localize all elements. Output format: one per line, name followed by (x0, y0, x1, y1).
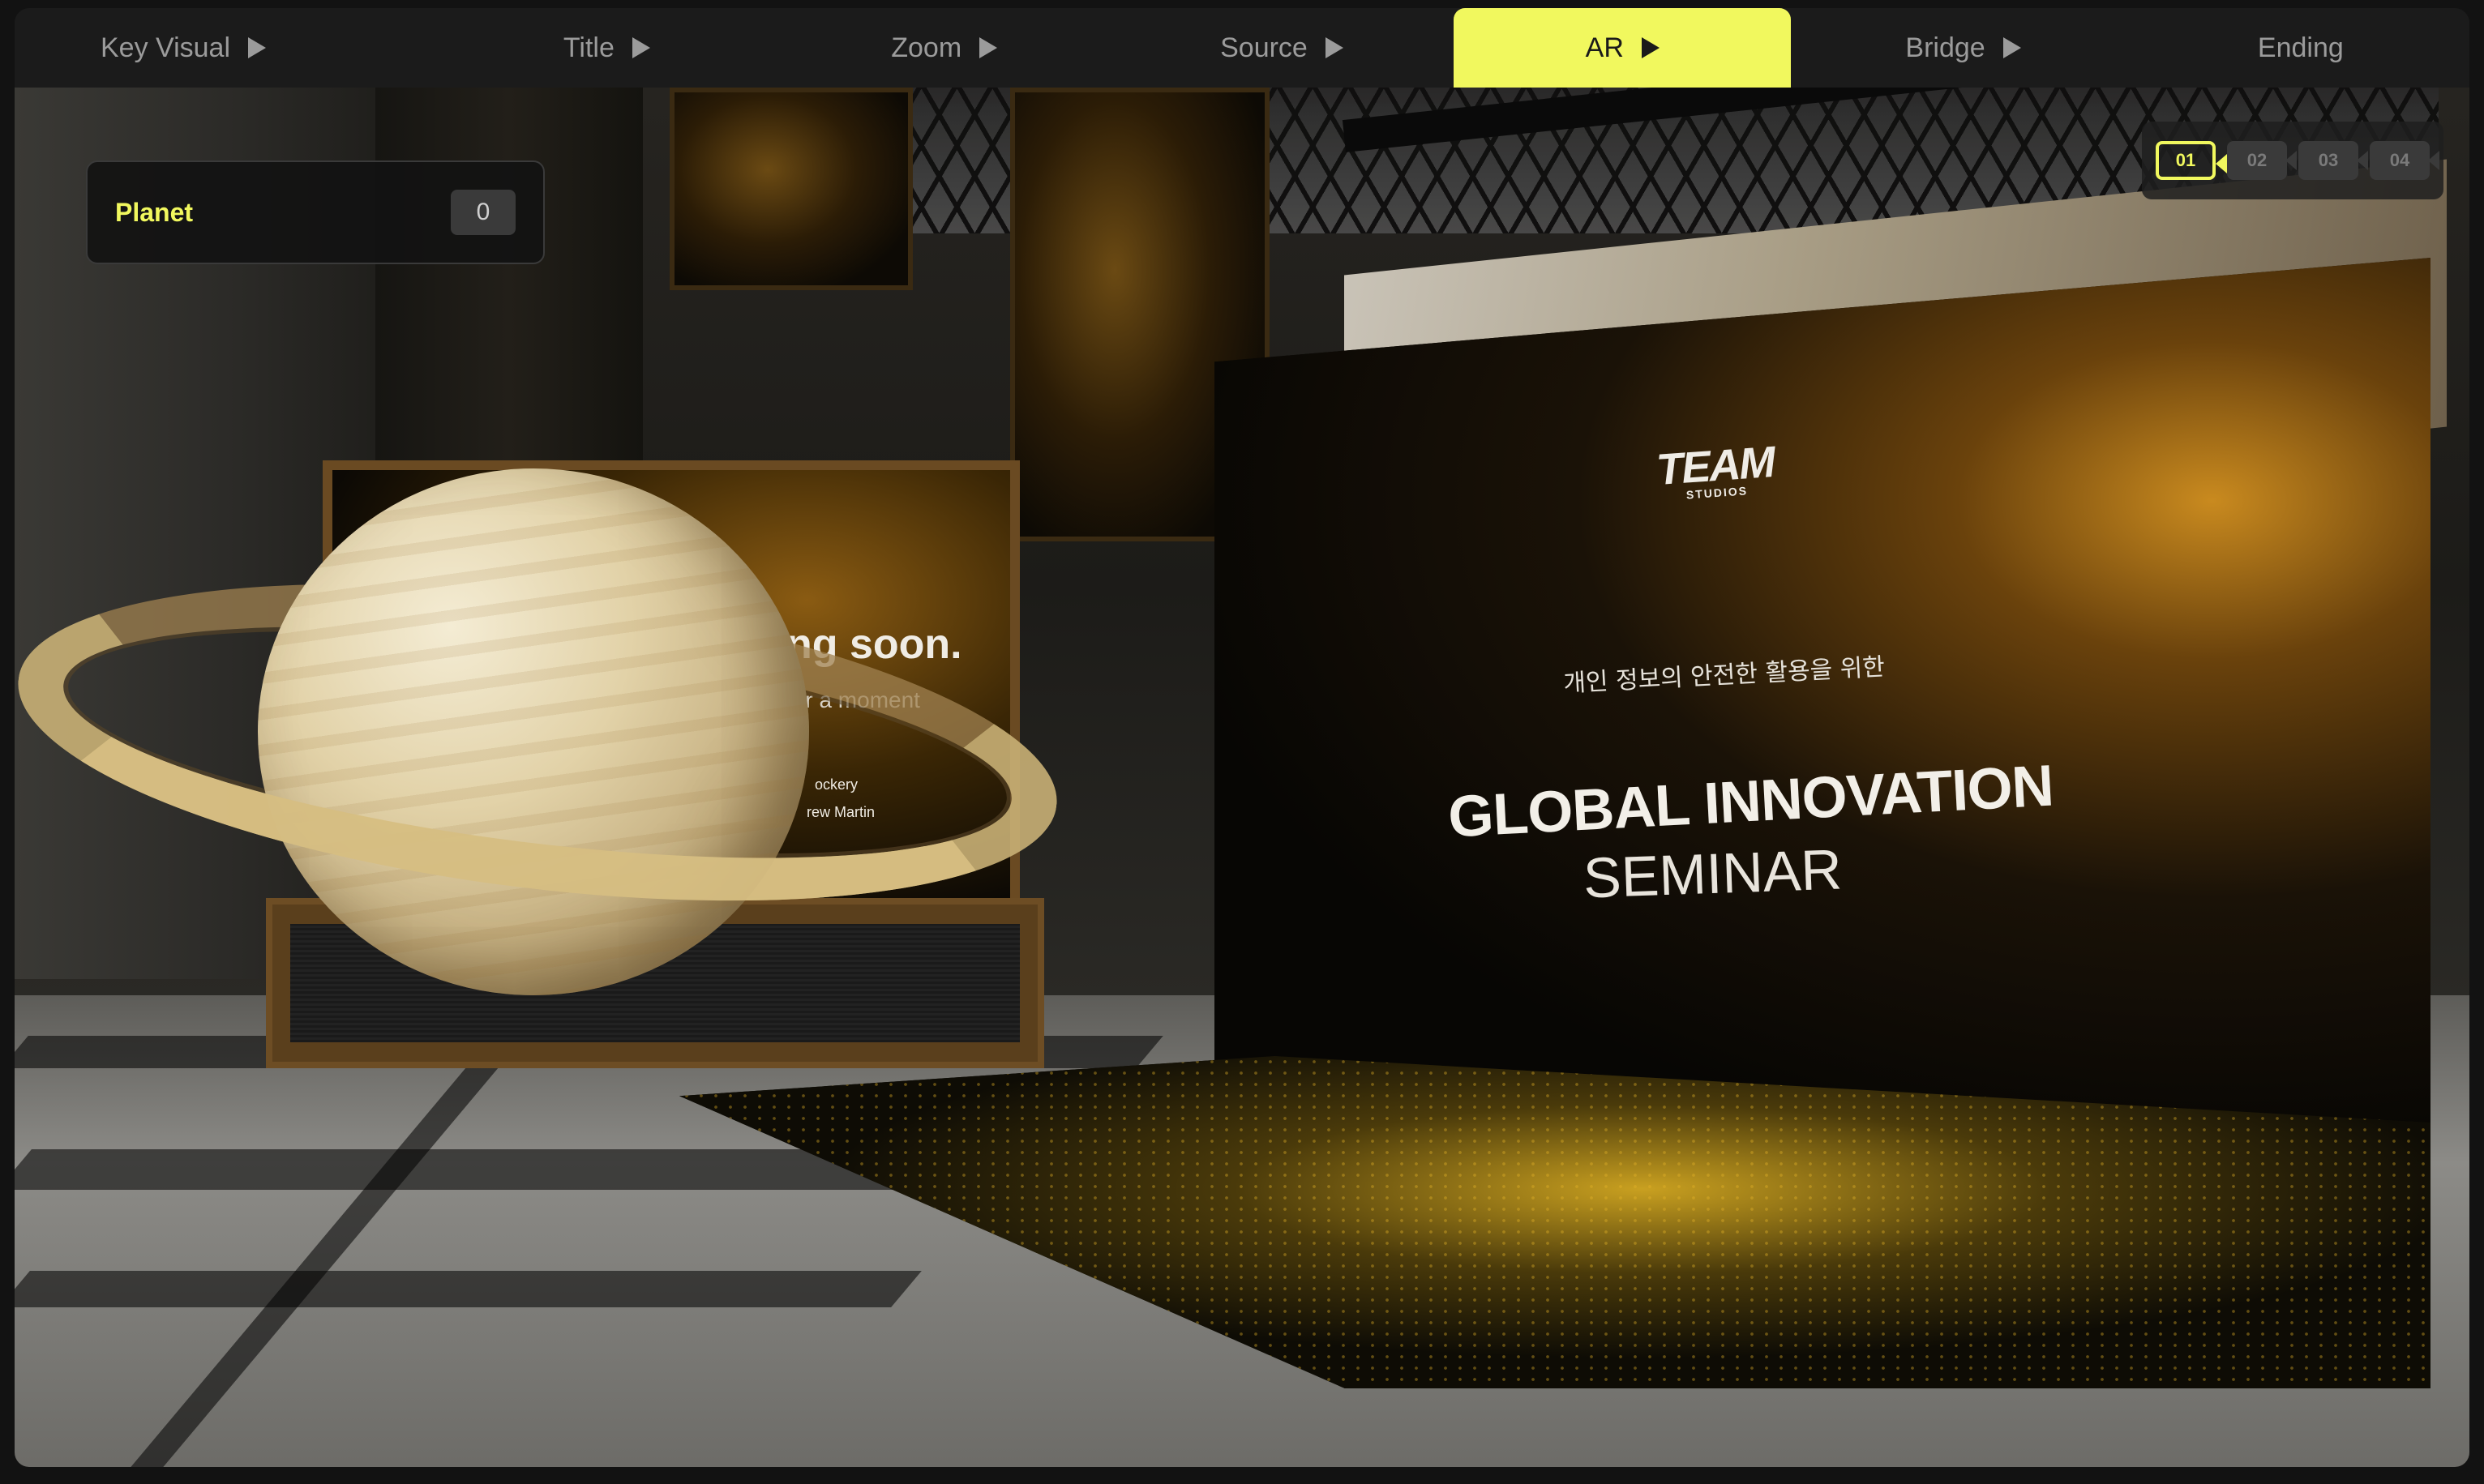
camera-03-button[interactable]: 03 (2298, 141, 2368, 180)
play-icon (248, 37, 267, 58)
play-icon (632, 37, 650, 58)
tab-label: Title (563, 32, 615, 63)
camera-04-button[interactable]: 04 (2370, 141, 2439, 180)
camera-selector: 01 02 03 04 (2142, 122, 2443, 199)
tab-ar[interactable]: AR (1454, 8, 1792, 88)
camera-02-button[interactable]: 02 (2227, 141, 2297, 180)
tab-label: AR (1585, 32, 1624, 63)
camera-label: 03 (2318, 150, 2339, 170)
tab-bridge[interactable]: Bridge (1794, 8, 2131, 88)
play-icon (2002, 37, 2021, 58)
tab-ending[interactable]: Ending (2132, 8, 2469, 88)
hanging-art-panel (670, 88, 913, 290)
tab-label: Key Visual (101, 32, 231, 63)
tab-source[interactable]: Source (1113, 8, 1450, 88)
tab-title[interactable]: Title (438, 8, 775, 88)
play-icon (979, 37, 998, 58)
app-window: Key Visual Title Zoom Source AR Bridge E… (15, 8, 2469, 1467)
planet-counter-panel[interactable]: Planet 0 (86, 160, 545, 264)
ar-viewport[interactable]: ng soon. for a moment ockery rew Martin … (15, 88, 2469, 1467)
seminar-subtitle: SEMINAR (1582, 837, 1844, 910)
camera-label: 04 (2389, 150, 2410, 170)
planet-count-badge: 0 (451, 190, 516, 235)
tab-key-visual[interactable]: Key Visual (15, 8, 438, 88)
planet-label: Planet (115, 197, 194, 227)
floor-shadow (15, 1271, 922, 1307)
pillar (375, 88, 643, 477)
tab-label: Zoom (891, 32, 962, 63)
play-icon (1325, 37, 1343, 58)
virtual-studio-scene: ng soon. for a moment ockery rew Martin … (15, 88, 2469, 1467)
main-led-screen (1214, 258, 2430, 1125)
camera-01-button[interactable]: 01 (2156, 141, 2227, 180)
tab-label: Source (1220, 32, 1308, 63)
tab-label: Ending (2257, 32, 2344, 63)
scene-tab-bar: Key Visual Title Zoom Source AR Bridge E… (15, 8, 2469, 88)
tab-label: Bridge (1905, 32, 1985, 63)
play-icon (1641, 37, 1660, 58)
tab-zoom[interactable]: Zoom (776, 8, 1113, 88)
camera-label: 02 (2246, 150, 2268, 170)
camera-label: 01 (2175, 150, 2196, 170)
team-studios-logo: TEAM STUDIOS (1633, 435, 1799, 505)
